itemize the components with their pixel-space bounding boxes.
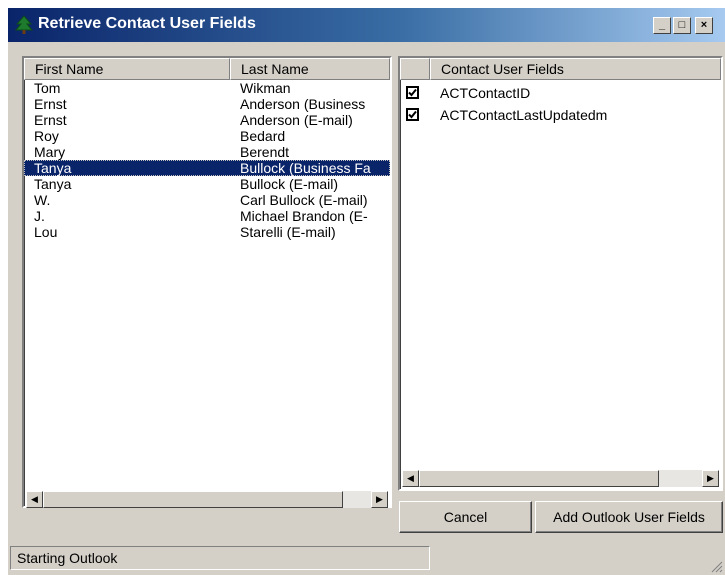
last-name-cell: Anderson (Business bbox=[240, 96, 366, 112]
last-name-cell: Starelli (E-mail) bbox=[240, 224, 336, 240]
checkmark-icon bbox=[408, 110, 417, 119]
last-name-cell: Michael Brandon (E- bbox=[240, 208, 368, 224]
first-name-cell: Tom bbox=[34, 80, 61, 96]
last-name-cell: Carl Bullock (E-mail) bbox=[240, 192, 368, 208]
add-outlook-user-fields-button[interactable]: Add Outlook User Fields bbox=[535, 501, 723, 533]
table-row[interactable]: J. Michael Brandon (E- bbox=[24, 208, 390, 224]
maximize-button[interactable]: □ bbox=[673, 17, 691, 34]
column-header-contact-user-fields[interactable]: Contact User Fields bbox=[430, 58, 721, 80]
first-name-cell: J. bbox=[34, 208, 45, 224]
first-name-cell: Mary bbox=[34, 144, 66, 160]
dialog-window: Retrieve Contact User Fields _ □ × First… bbox=[8, 8, 725, 575]
table-row[interactable]: Tom Wikman bbox=[24, 80, 390, 96]
table-row[interactable]: Tanya Bullock (E-mail) bbox=[24, 176, 390, 192]
tree-icon bbox=[14, 15, 34, 35]
user-field-label: ACTContactLastUpdatedm bbox=[440, 107, 608, 123]
list-item[interactable]: ACTContactID bbox=[400, 82, 721, 104]
last-name-cell: Anderson (E-mail) bbox=[240, 112, 353, 128]
user-fields-list[interactable]: Contact User Fields ACTContactID ACTConta… bbox=[398, 56, 723, 491]
table-row[interactable]: Tanya Bullock (Business Fa bbox=[24, 160, 390, 176]
table-row[interactable]: W. Carl Bullock (E-mail) bbox=[24, 192, 390, 208]
table-row[interactable]: Roy Bedard bbox=[24, 128, 390, 144]
cancel-button[interactable]: Cancel bbox=[399, 501, 532, 533]
first-name-cell: W. bbox=[34, 192, 51, 208]
scrollbar-thumb[interactable] bbox=[419, 470, 659, 487]
user-field-label: ACTContactID bbox=[440, 85, 531, 101]
close-button[interactable]: × bbox=[695, 17, 713, 34]
first-name-cell: Ernst bbox=[34, 96, 67, 112]
last-name-cell: Berendt bbox=[240, 144, 290, 160]
checkbox[interactable] bbox=[406, 86, 419, 99]
last-name-cell: Wikman bbox=[240, 80, 291, 96]
last-name-cell: Bullock (E-mail) bbox=[240, 176, 339, 192]
first-name-cell: Ernst bbox=[34, 112, 67, 128]
contacts-list[interactable]: First Name Last Name Tom Wikman Ernst Ander… bbox=[22, 56, 392, 508]
status-bar: Starting Outlook bbox=[10, 546, 430, 570]
first-name-cell: Lou bbox=[34, 224, 58, 240]
table-row[interactable]: Ernst Anderson (Business bbox=[24, 96, 390, 112]
first-name-cell: Tanya bbox=[34, 160, 72, 176]
list-item[interactable]: ACTContactLastUpdatedm bbox=[400, 104, 721, 126]
window-title: Retrieve Contact User Fields bbox=[38, 15, 256, 32]
table-row[interactable]: Mary Berendt bbox=[24, 144, 390, 160]
contacts-horizontal-scrollbar[interactable]: ◀ ▶ bbox=[26, 491, 388, 508]
title-bar[interactable]: Retrieve Contact User Fields _ □ × bbox=[8, 8, 725, 42]
scroll-right-arrow-icon[interactable]: ▶ bbox=[371, 491, 388, 508]
last-name-cell: Bullock (Business Fa bbox=[240, 160, 371, 176]
scrollbar-thumb[interactable] bbox=[43, 491, 343, 508]
first-name-cell: Tanya bbox=[34, 176, 72, 192]
column-header-first-name[interactable]: First Name bbox=[24, 58, 230, 80]
resize-grip-icon[interactable] bbox=[709, 559, 723, 573]
contacts-rows: Tom Wikman Ernst Anderson (Business Ernst And… bbox=[24, 80, 390, 240]
column-header-check[interactable] bbox=[400, 58, 430, 80]
last-name-cell: Bedard bbox=[240, 128, 286, 144]
minimize-button[interactable]: _ bbox=[653, 17, 671, 34]
user-fields-rows: ACTContactID ACTContactLastUpdatedm bbox=[400, 82, 721, 126]
scroll-left-arrow-icon[interactable]: ◀ bbox=[402, 470, 419, 487]
scroll-right-arrow-icon[interactable]: ▶ bbox=[702, 470, 719, 487]
table-row[interactable]: Lou Starelli (E-mail) bbox=[24, 224, 390, 240]
scroll-left-arrow-icon[interactable]: ◀ bbox=[26, 491, 43, 508]
checkbox[interactable] bbox=[406, 108, 419, 121]
first-name-cell: Roy bbox=[34, 128, 59, 144]
column-header-last-name[interactable]: Last Name bbox=[230, 58, 390, 80]
user-fields-horizontal-scrollbar[interactable]: ◀ ▶ bbox=[402, 470, 719, 487]
table-row[interactable]: Ernst Anderson (E-mail) bbox=[24, 112, 390, 128]
checkmark-icon bbox=[408, 88, 417, 97]
